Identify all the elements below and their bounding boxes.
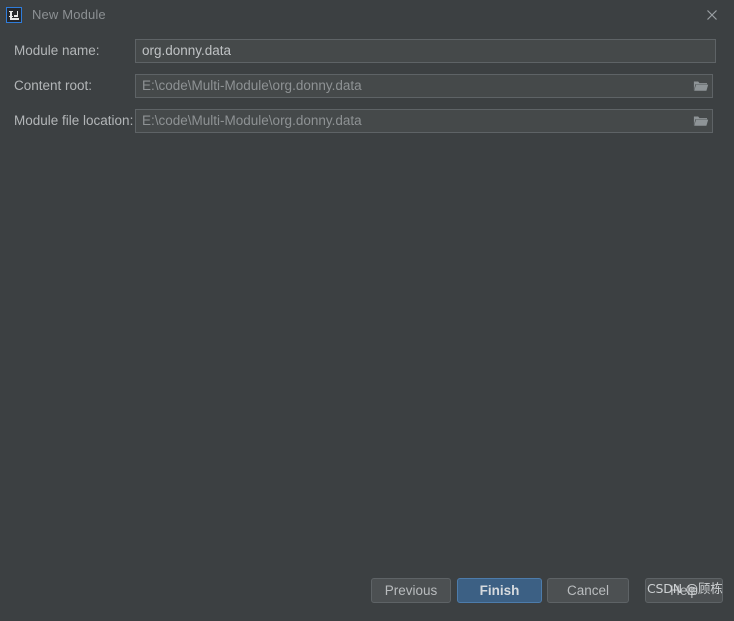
- content-root-input[interactable]: E:\code\Multi-Module\org.donny.data: [135, 74, 713, 98]
- field-row-module-name: Module name: org.donny.data: [0, 39, 734, 63]
- close-icon[interactable]: [704, 7, 720, 23]
- module-file-location-input[interactable]: E:\code\Multi-Module\org.donny.data: [135, 109, 713, 133]
- previous-button[interactable]: Previous: [371, 578, 451, 603]
- help-button[interactable]: Help: [645, 578, 723, 603]
- form-body: Module name: org.donny.data Content root…: [0, 30, 734, 621]
- cancel-button[interactable]: Cancel: [547, 578, 629, 603]
- module-name-input[interactable]: org.donny.data: [135, 39, 716, 63]
- field-row-module-file-location: Module file location: E:\code\Multi-Modu…: [0, 109, 734, 133]
- module-file-location-value: E:\code\Multi-Module\org.donny.data: [142, 113, 362, 128]
- folder-icon[interactable]: [690, 110, 712, 132]
- title-bar: New Module: [0, 0, 734, 30]
- label-module-name: Module name:: [14, 43, 100, 58]
- folder-icon[interactable]: [690, 75, 712, 97]
- module-name-value: org.donny.data: [142, 43, 232, 58]
- field-row-content-root: Content root: E:\code\Multi-Module\org.d…: [0, 74, 734, 98]
- intellij-idea-icon: [6, 7, 22, 23]
- label-content-root: Content root:: [14, 78, 93, 93]
- window-title: New Module: [32, 7, 106, 22]
- finish-button[interactable]: Finish: [457, 578, 542, 603]
- label-module-file-location: Module file location:: [14, 113, 134, 128]
- content-root-value: E:\code\Multi-Module\org.donny.data: [142, 78, 362, 93]
- new-module-dialog: New Module Module name: org.donny.data C…: [0, 0, 734, 621]
- dialog-footer: Previous Finish Cancel Help CSDN @顾栋: [0, 569, 734, 621]
